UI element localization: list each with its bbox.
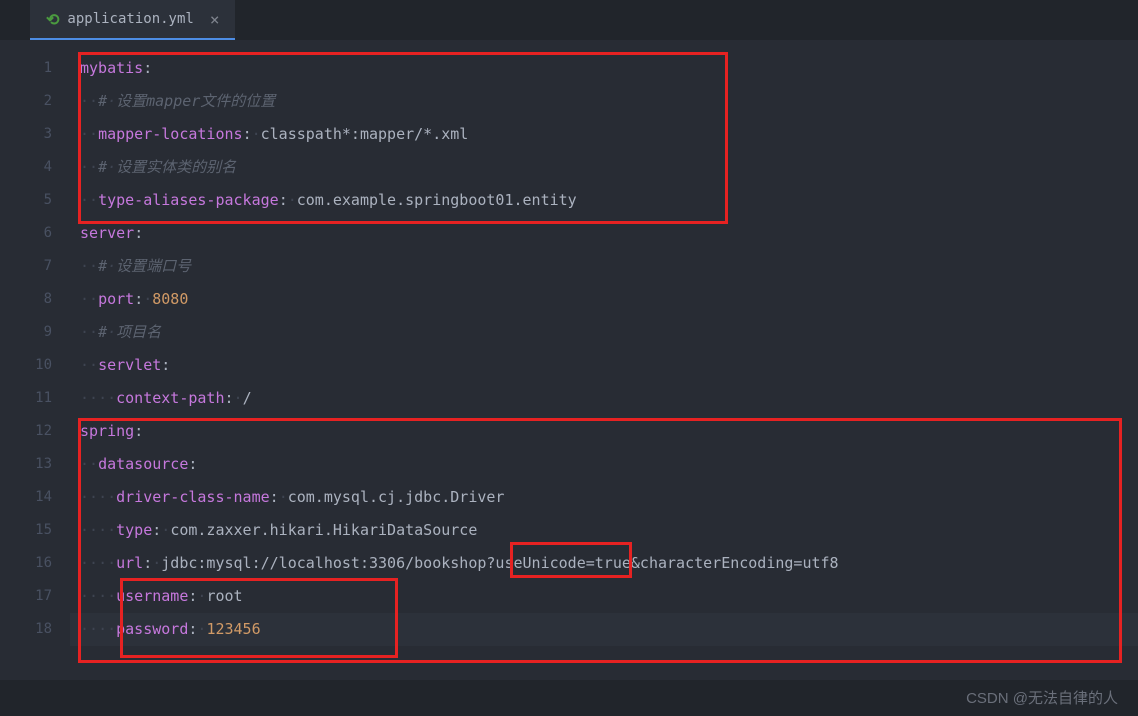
line-number: 10	[0, 349, 70, 382]
line-number: 8	[0, 283, 70, 316]
tab-bar: ⟲ application.yml ×	[0, 0, 1138, 40]
code-line[interactable]: ····context-path:·/	[70, 382, 1138, 415]
line-number: 5	[0, 184, 70, 217]
code-line[interactable]: server:	[70, 217, 1138, 250]
line-number: 1	[0, 52, 70, 85]
line-number: 6	[0, 217, 70, 250]
line-number: 13	[0, 448, 70, 481]
code-area[interactable]: mybatis:··#·设置mapper文件的位置··mapper-locati…	[70, 40, 1138, 680]
close-icon[interactable]: ×	[210, 10, 220, 29]
code-line[interactable]: ··#·项目名	[70, 316, 1138, 349]
code-line[interactable]: ··servlet:	[70, 349, 1138, 382]
code-line[interactable]: ····driver-class-name:·com.mysql.cj.jdbc…	[70, 481, 1138, 514]
yaml-file-icon: ⟲	[46, 10, 59, 29]
code-line[interactable]: ····username:·root	[70, 580, 1138, 613]
code-line[interactable]: ··#·设置mapper文件的位置	[70, 85, 1138, 118]
line-number: 2	[0, 85, 70, 118]
code-line[interactable]: mybatis:	[70, 52, 1138, 85]
code-line[interactable]: ··#·设置实体类的别名	[70, 151, 1138, 184]
line-number: 7	[0, 250, 70, 283]
tab-filename: application.yml	[67, 11, 193, 27]
code-editor[interactable]: 123456789101112131415161718 mybatis:··#·…	[0, 40, 1138, 680]
line-number: 16	[0, 547, 70, 580]
line-number: 9	[0, 316, 70, 349]
line-number: 17	[0, 580, 70, 613]
code-line[interactable]: ··datasource:	[70, 448, 1138, 481]
watermark-text: CSDN @无法自律的人	[966, 687, 1118, 708]
line-number: 11	[0, 382, 70, 415]
code-line[interactable]: ····password:·123456	[70, 613, 1138, 646]
code-line[interactable]: ····url:·jdbc:mysql://localhost:3306/boo…	[70, 547, 1138, 580]
line-number: 4	[0, 151, 70, 184]
line-number: 3	[0, 118, 70, 151]
line-number: 12	[0, 415, 70, 448]
code-line[interactable]: ··#·设置端口号	[70, 250, 1138, 283]
code-line[interactable]: ··port:·8080	[70, 283, 1138, 316]
line-number: 15	[0, 514, 70, 547]
code-line[interactable]: ··mapper-locations:·classpath*:mapper/*.…	[70, 118, 1138, 151]
code-line[interactable]: ··type-aliases-package:·com.example.spri…	[70, 184, 1138, 217]
tab-application-yml[interactable]: ⟲ application.yml ×	[30, 0, 235, 40]
line-number-gutter: 123456789101112131415161718	[0, 40, 70, 680]
code-line[interactable]: spring:	[70, 415, 1138, 448]
code-line[interactable]: ····type:·com.zaxxer.hikari.HikariDataSo…	[70, 514, 1138, 547]
line-number: 14	[0, 481, 70, 514]
line-number: 18	[0, 613, 70, 646]
